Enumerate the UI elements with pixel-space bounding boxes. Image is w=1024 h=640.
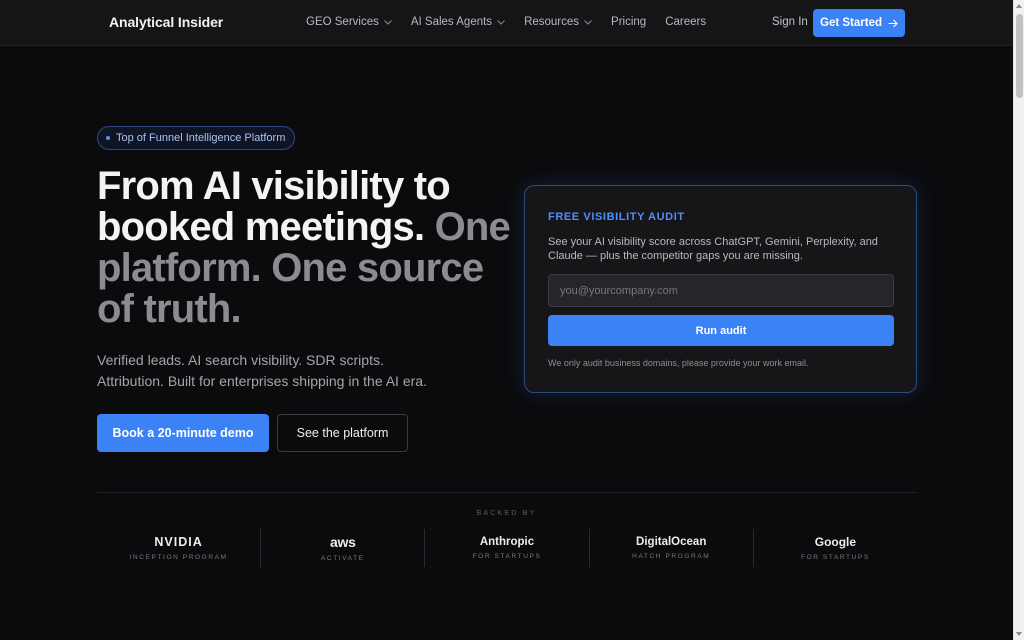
google-logo: Google [814, 535, 857, 549]
see-platform-button[interactable]: See the platform [277, 414, 408, 452]
aws-logo: aws [330, 534, 356, 550]
backer-nvidia: NVIDIA INCEPTION PROGRAM [97, 529, 262, 567]
hero-subtext: Verified leads. AI search visibility. SD… [97, 352, 427, 389]
nav-item-ai-sales-agents[interactable]: AI Sales Agents [411, 16, 505, 28]
get-started-label: Get Started [820, 17, 882, 29]
backer-aws: aws ACTIVATE [261, 529, 426, 567]
anthropic-logo: Anthropic [479, 536, 535, 548]
chevron-down-icon [584, 19, 592, 25]
nav-item-pricing[interactable]: Pricing [611, 16, 646, 28]
nav-item-careers[interactable]: Careers [665, 16, 706, 28]
backer-google: Google FOR STARTUPS [754, 529, 917, 567]
nav-item-geo-services[interactable]: GEO Services [306, 16, 392, 28]
nav-item-resources[interactable]: Resources [524, 16, 592, 28]
scrollbar-thumb[interactable] [1016, 14, 1023, 98]
backer-digitalocean: DigitalOcean HATCH PROGRAM [590, 529, 754, 567]
backer-program: FOR STARTUPS [472, 553, 542, 560]
book-demo-button[interactable]: Book a 20-minute demo [97, 414, 269, 452]
nav-item-label: GEO Services [306, 16, 379, 28]
backers-row: NVIDIA INCEPTION PROGRAM aws ACTIVATE An… [97, 529, 917, 567]
work-email-input[interactable] [548, 274, 894, 307]
top-navigation: Analytical Insider GEO Services AI Sales… [0, 0, 1013, 46]
backer-program: INCEPTION PROGRAM [129, 554, 228, 561]
nav-item-label: Resources [524, 16, 580, 28]
run-audit-button[interactable]: Run audit [548, 315, 894, 346]
nav-links: GEO Services AI Sales Agents Resources P… [306, 16, 725, 28]
dot-icon [106, 136, 110, 140]
backed-by-label: BACKED BY [476, 510, 537, 517]
nav-item-label: AI Sales Agents [410, 16, 493, 28]
backer-anthropic: Anthropic FOR STARTUPS [425, 529, 590, 567]
scroll-up-arrow-icon[interactable] [1016, 4, 1022, 8]
arrow-right-icon [888, 19, 898, 27]
get-started-button[interactable]: Get Started [813, 9, 905, 37]
hero-headline: From AI visibility to booked meetings. O… [97, 166, 517, 330]
audit-note: We only audit business domains, please p… [548, 358, 809, 368]
audit-description: See your AI visibility score across Chat… [548, 236, 878, 262]
chevron-down-icon [497, 19, 505, 25]
digitalocean-logo: DigitalOcean [636, 536, 707, 548]
section-divider [97, 492, 917, 493]
nvidia-logo: NVIDIA [154, 535, 203, 549]
hero-badge: Top of Funnel Intelligence Platform [97, 126, 296, 150]
audit-title: FREE VISIBILITY AUDIT [548, 211, 685, 223]
backer-program: FOR STARTUPS [801, 554, 870, 561]
nav-item-label: Pricing [611, 16, 647, 28]
brand-logo[interactable]: Analytical Insider [109, 14, 223, 30]
sign-in-link[interactable]: Sign In [772, 16, 808, 28]
page-scrollbar[interactable] [1013, 0, 1024, 640]
scroll-down-arrow-icon[interactable] [1016, 632, 1022, 636]
visibility-audit-card: FREE VISIBILITY AUDIT See your AI visibi… [524, 185, 917, 393]
nav-item-label: Careers [665, 16, 707, 28]
headline-primary: From AI visibility to booked meetings. [97, 164, 451, 249]
backer-program: ACTIVATE [320, 555, 365, 562]
backer-program: HATCH PROGRAM [632, 553, 711, 560]
chevron-down-icon [384, 19, 392, 25]
hero-badge-label: Top of Funnel Intelligence Platform [116, 132, 286, 144]
